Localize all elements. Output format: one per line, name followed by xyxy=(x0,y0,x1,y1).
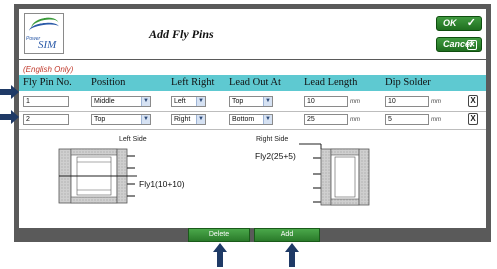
chevron-down-icon: ▼ xyxy=(196,115,205,124)
column-header-lead-out-at: Lead Out At xyxy=(229,77,281,88)
pin-no-input-2[interactable]: 2 xyxy=(23,114,69,125)
dip-solder-input-2[interactable]: 5 xyxy=(385,114,429,125)
ok-button[interactable]: OK ✓ xyxy=(436,16,482,31)
row-divider xyxy=(19,111,486,112)
position-value-1: Middle xyxy=(94,98,115,105)
lead-out-at-select-1[interactable]: Top ▼ xyxy=(229,96,273,107)
column-header-position: Position xyxy=(91,77,126,88)
checkmark-icon: ✓ xyxy=(466,17,476,29)
dialog-title: Add Fly Pins xyxy=(149,27,214,41)
dip-solder-unit-2: mm xyxy=(431,117,441,123)
close-icon: ✕ xyxy=(467,40,477,50)
logo-text-big: SIM xyxy=(38,39,57,51)
left-right-select-2[interactable]: Right ▼ xyxy=(171,114,206,125)
column-header-left-right: Left Right xyxy=(171,77,215,88)
right-pin-label: Fly2(25+5) xyxy=(255,151,296,161)
lead-length-unit-1: mm xyxy=(350,99,360,105)
left-right-select-1[interactable]: Left ▼ xyxy=(171,96,206,107)
fly-pin-diagram xyxy=(58,143,370,206)
english-only-note: (English Only) xyxy=(23,65,74,74)
lead-length-input-1[interactable]: 10 xyxy=(304,96,348,107)
dialog-header: Power SIM Add Fly Pins OK ✓ Cancel ✕ xyxy=(19,9,486,59)
row-pointer-arrow-icon xyxy=(0,85,19,99)
delete-row-2-button[interactable]: X xyxy=(468,113,478,125)
chevron-down-icon: ▼ xyxy=(263,97,272,106)
left-pin-label: Fly1(10+10) xyxy=(139,179,185,189)
column-header-lead-length: Lead Length xyxy=(304,77,358,88)
add-button[interactable]: Add xyxy=(254,228,320,242)
lead-length-input-2[interactable]: 25 xyxy=(304,114,348,125)
dip-solder-input-1[interactable]: 10 xyxy=(385,96,429,107)
pin-no-input-1[interactable]: 1 xyxy=(23,96,69,107)
chevron-down-icon: ▼ xyxy=(141,115,150,124)
cancel-button[interactable]: Cancel ✕ xyxy=(436,37,482,52)
dip-solder-unit-1: mm xyxy=(431,99,441,105)
ok-label: OK xyxy=(443,18,457,28)
delete-button[interactable]: Delete xyxy=(188,228,250,242)
powersim-logo: Power SIM xyxy=(24,13,64,54)
position-select-1[interactable]: Middle ▼ xyxy=(91,96,151,107)
chevron-down-icon: ▼ xyxy=(196,97,205,106)
column-header-dip-solder: Dip Solder xyxy=(385,77,431,88)
position-value-2: Top xyxy=(94,116,106,123)
column-header-fly-pin-no: Fly Pin No. xyxy=(23,77,72,88)
delete-pointer-arrow-icon xyxy=(213,243,227,267)
right-transformer-drawing xyxy=(299,143,370,206)
delete-row-1-button[interactable]: X xyxy=(468,95,478,107)
position-select-2[interactable]: Top ▼ xyxy=(91,114,151,125)
spacer xyxy=(0,114,1,115)
left-right-value-1: Left xyxy=(174,98,186,105)
add-pointer-arrow-icon xyxy=(285,243,299,267)
dialog-body: (English Only) Fly Pin No. Position Left… xyxy=(19,60,486,228)
row-1-pointer-arrow-icon xyxy=(0,110,19,124)
chevron-down-icon: ▼ xyxy=(141,97,150,106)
lead-out-at-select-2[interactable]: Bottom ▼ xyxy=(229,114,273,125)
left-right-value-2: Right xyxy=(174,116,191,123)
left-transformer-drawing xyxy=(58,148,137,204)
lead-out-at-value-2: Bottom xyxy=(232,116,255,123)
lead-out-at-value-1: Top xyxy=(232,98,244,105)
chevron-down-icon: ▼ xyxy=(263,115,272,124)
lead-length-unit-2: mm xyxy=(350,117,360,123)
